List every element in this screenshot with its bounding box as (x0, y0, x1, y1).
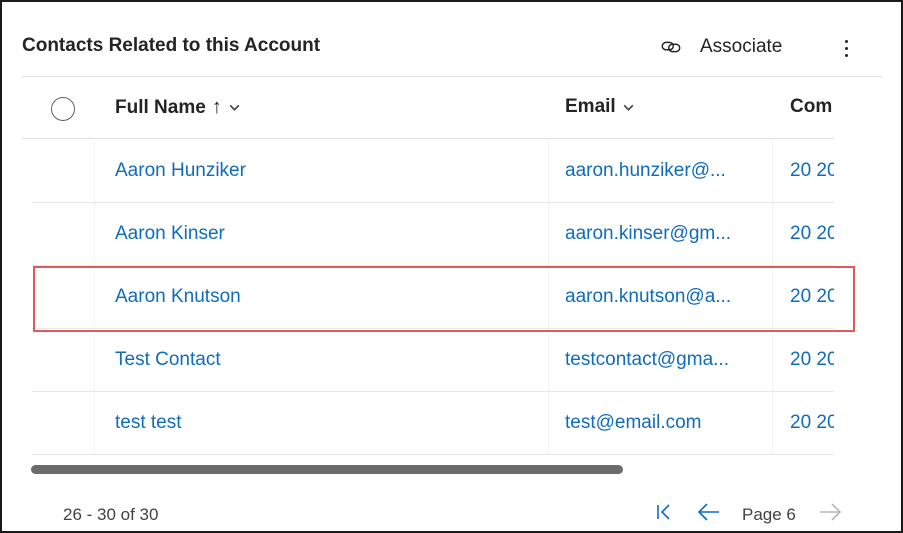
grid-header-row: Full Name ↑ Email Com (22, 77, 834, 139)
record-count: 26 - 30 of 30 (63, 505, 159, 524)
contact-company-link[interactable]: 20 20 (790, 412, 834, 434)
table-row[interactable]: Aaron Knutson aaron.knutson@a... 20 20 (32, 266, 834, 329)
contact-name-link[interactable]: Test Contact (115, 349, 221, 371)
more-vertical-icon (844, 39, 848, 43)
column-label-full-name: Full Name (115, 96, 206, 118)
contact-name-link[interactable]: Aaron Knutson (115, 286, 241, 308)
subgrid-title: Contacts Related to this Account (22, 35, 321, 56)
contact-name-link[interactable]: Aaron Hunziker (115, 160, 246, 182)
contact-email-link[interactable]: test@email.com (565, 412, 702, 434)
table-row[interactable]: test test test@email.com 20 20 (32, 392, 834, 455)
contact-name-link[interactable]: test test (115, 412, 182, 434)
column-header-email[interactable]: Email (565, 96, 635, 118)
table-row[interactable]: Aaron Hunziker aaron.hunziker@... 20 20 (32, 140, 834, 203)
arrow-left-icon[interactable] (696, 501, 722, 523)
more-commands-button[interactable] (834, 34, 858, 62)
contact-company-link[interactable]: 20 20 (790, 286, 834, 308)
column-header-company[interactable]: Com (790, 96, 832, 118)
associate-button[interactable]: Associate (660, 32, 782, 62)
contact-company-link[interactable]: 20 20 (790, 349, 834, 371)
pagination-footer: 26 - 30 of 30 Page 6 (2, 497, 903, 527)
contact-company-link[interactable]: 20 20 (790, 223, 834, 245)
contact-email-link[interactable]: testcontact@gma... (565, 349, 729, 371)
horizontal-scrollbar[interactable] (31, 465, 623, 474)
subgrid-header: Contacts Related to this Account Associa… (22, 32, 882, 62)
chevron-down-icon (229, 104, 240, 111)
contact-name-link[interactable]: Aaron Kinser (115, 223, 225, 245)
associate-label: Associate (700, 36, 783, 57)
contacts-grid: Full Name ↑ Email Com Aaron Hunziker aar… (22, 77, 834, 467)
contact-email-link[interactable]: aaron.kinser@gm... (565, 223, 731, 245)
table-row[interactable]: Aaron Kinser aaron.kinser@gm... 20 20 (32, 203, 834, 266)
column-header-full-name[interactable]: Full Name ↑ (115, 96, 241, 119)
column-label-company: Com (790, 96, 833, 117)
sort-ascending-icon: ↑ (211, 96, 222, 118)
select-all-checkbox[interactable] (51, 97, 75, 121)
page-label: Page 6 (742, 505, 796, 524)
contact-email-link[interactable]: aaron.hunziker@... (565, 160, 726, 182)
column-label-email: Email (565, 96, 616, 117)
contact-email-link[interactable]: aaron.knutson@a... (565, 286, 731, 308)
chevron-down-icon (623, 104, 634, 111)
first-page-icon[interactable] (654, 501, 676, 523)
contact-company-link[interactable]: 20 20 (790, 160, 834, 182)
link-icon (661, 41, 681, 53)
subgrid-panel: Contacts Related to this Account Associa… (0, 0, 903, 533)
arrow-right-icon[interactable] (817, 501, 843, 523)
table-row[interactable]: Test Contact testcontact@gma... 20 20 (32, 329, 834, 392)
